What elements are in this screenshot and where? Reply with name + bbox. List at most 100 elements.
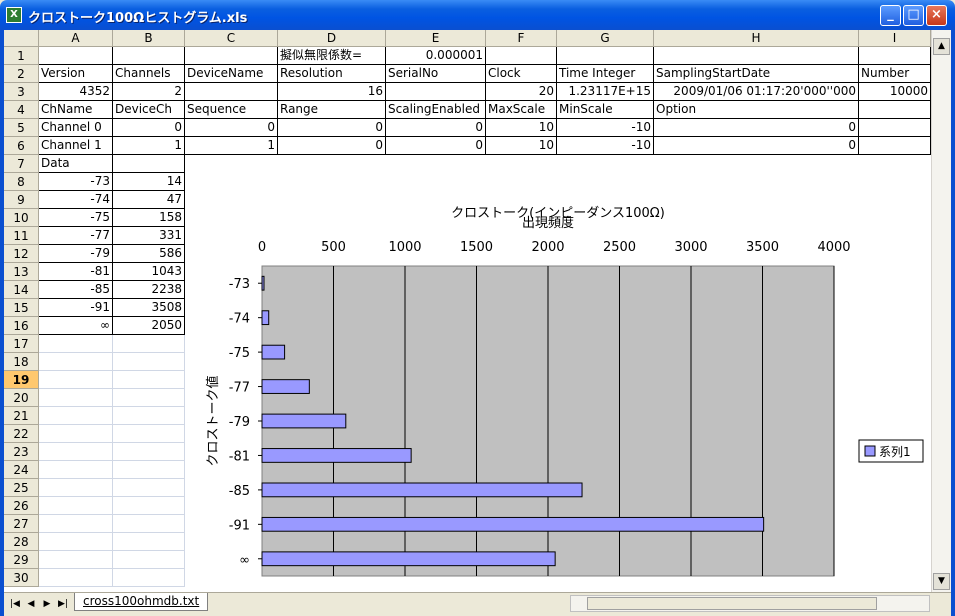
cell-a28[interactable] <box>39 533 113 551</box>
row-header-14[interactable]: 14 <box>4 281 39 299</box>
cell-i2[interactable]: Number <box>859 65 931 83</box>
row-header-27[interactable]: 27 <box>4 515 39 533</box>
cell-b17[interactable] <box>113 335 185 353</box>
cell-d5[interactable]: 0 <box>278 119 386 137</box>
horizontal-scroll-thumb[interactable] <box>587 597 877 610</box>
select-all-corner[interactable] <box>4 30 39 47</box>
cell-i1[interactable] <box>859 47 931 65</box>
row-header-8[interactable]: 8 <box>4 173 39 191</box>
cell-c5[interactable]: 0 <box>185 119 278 137</box>
row-header-2[interactable]: 2 <box>4 65 39 83</box>
cell-a20[interactable] <box>39 389 113 407</box>
row-header-10[interactable]: 10 <box>4 209 39 227</box>
cell-d6[interactable]: 0 <box>278 137 386 155</box>
cell-a22[interactable] <box>39 425 113 443</box>
cell-i5[interactable] <box>859 119 931 137</box>
cell-b19[interactable] <box>113 371 185 389</box>
prev-sheet-icon[interactable]: ◀ <box>24 597 38 611</box>
cell-a18[interactable] <box>39 353 113 371</box>
cell-i3[interactable]: 10000 <box>859 83 931 101</box>
cell-b23[interactable] <box>113 443 185 461</box>
last-sheet-icon[interactable]: ▶| <box>56 597 70 611</box>
spreadsheet-grid[interactable]: A B C D E F G H I 1 2 3 4 5 6 7 8 9 10 11 12 13 14 15 16 17 18 19 20… <box>4 30 931 592</box>
row-header-21[interactable]: 21 <box>4 407 39 425</box>
cell-a13[interactable]: -81 <box>39 263 113 281</box>
horizontal-scrollbar[interactable] <box>570 595 930 612</box>
row-header-26[interactable]: 26 <box>4 497 39 515</box>
cell-a26[interactable] <box>39 497 113 515</box>
cell-a10[interactable]: -75 <box>39 209 113 227</box>
row-header-20[interactable]: 20 <box>4 389 39 407</box>
cell-b18[interactable] <box>113 353 185 371</box>
scroll-up-button[interactable]: ▲ <box>933 38 950 55</box>
cell-c1[interactable] <box>185 47 278 65</box>
cell-f6[interactable]: 10 <box>486 137 557 155</box>
cell-b8[interactable]: 14 <box>113 173 185 191</box>
cell-g2[interactable]: Time Integer <box>557 65 654 83</box>
cell-a6[interactable]: Channel 1 <box>39 137 113 155</box>
cell-a2[interactable]: Version <box>39 65 113 83</box>
row-header-19[interactable]: 19 <box>4 371 39 389</box>
cell-e5[interactable]: 0 <box>386 119 486 137</box>
column-header-f[interactable]: F <box>486 30 557 47</box>
cell-h1[interactable] <box>654 47 859 65</box>
cell-c3[interactable] <box>185 83 278 101</box>
cell-d1[interactable]: 擬似無限係数= <box>278 47 386 65</box>
cell-b6[interactable]: 1 <box>113 137 185 155</box>
cell-a25[interactable] <box>39 479 113 497</box>
cell-b22[interactable] <box>113 425 185 443</box>
cell-b27[interactable] <box>113 515 185 533</box>
minimize-button[interactable]: _ <box>880 5 901 26</box>
cell-b12[interactable]: 586 <box>113 245 185 263</box>
column-header-c[interactable]: C <box>185 30 278 47</box>
cell-e2[interactable]: SerialNo <box>386 65 486 83</box>
cell-f3[interactable]: 20 <box>486 83 557 101</box>
row-header-23[interactable]: 23 <box>4 443 39 461</box>
row-header-5[interactable]: 5 <box>4 119 39 137</box>
cell-a9[interactable]: -74 <box>39 191 113 209</box>
row-header-4[interactable]: 4 <box>4 101 39 119</box>
cell-b25[interactable] <box>113 479 185 497</box>
cell-a11[interactable]: -77 <box>39 227 113 245</box>
row-header-6[interactable]: 6 <box>4 137 39 155</box>
cell-a24[interactable] <box>39 461 113 479</box>
cell-b21[interactable] <box>113 407 185 425</box>
cell-a5[interactable]: Channel 0 <box>39 119 113 137</box>
cell-a30[interactable] <box>39 569 113 587</box>
scroll-down-button[interactable]: ▼ <box>933 573 950 590</box>
row-header-25[interactable]: 25 <box>4 479 39 497</box>
row-header-22[interactable]: 22 <box>4 425 39 443</box>
cell-h4[interactable]: Option <box>654 101 859 119</box>
column-header-i[interactable]: I <box>859 30 931 47</box>
row-header-16[interactable]: 16 <box>4 317 39 335</box>
cell-b10[interactable]: 158 <box>113 209 185 227</box>
cell-g4[interactable]: MinScale <box>557 101 654 119</box>
cell-d2[interactable]: Resolution <box>278 65 386 83</box>
cell-b26[interactable] <box>113 497 185 515</box>
row-header-24[interactable]: 24 <box>4 461 39 479</box>
cell-b11[interactable]: 331 <box>113 227 185 245</box>
cell-h5[interactable]: 0 <box>654 119 859 137</box>
row-header-18[interactable]: 18 <box>4 353 39 371</box>
cell-a23[interactable] <box>39 443 113 461</box>
cell-b14[interactable]: 2238 <box>113 281 185 299</box>
cell-a4[interactable]: ChName <box>39 101 113 119</box>
maximize-button[interactable]: □ <box>903 5 924 26</box>
cell-b28[interactable] <box>113 533 185 551</box>
cell-b4[interactable]: DeviceCh <box>113 101 185 119</box>
cell-a16[interactable]: ∞ <box>39 317 113 335</box>
cell-c2[interactable]: DeviceName <box>185 65 278 83</box>
cell-b9[interactable]: 47 <box>113 191 185 209</box>
column-header-g[interactable]: G <box>557 30 654 47</box>
cell-a29[interactable] <box>39 551 113 569</box>
cell-c4[interactable]: Sequence <box>185 101 278 119</box>
column-header-h[interactable]: H <box>654 30 859 47</box>
cell-b16[interactable]: 2050 <box>113 317 185 335</box>
cell-f5[interactable]: 10 <box>486 119 557 137</box>
cell-a15[interactable]: -91 <box>39 299 113 317</box>
cell-a27[interactable] <box>39 515 113 533</box>
row-header-3[interactable]: 3 <box>4 83 39 101</box>
cell-d4[interactable]: Range <box>278 101 386 119</box>
cell-b3[interactable]: 2 <box>113 83 185 101</box>
cell-a21[interactable] <box>39 407 113 425</box>
